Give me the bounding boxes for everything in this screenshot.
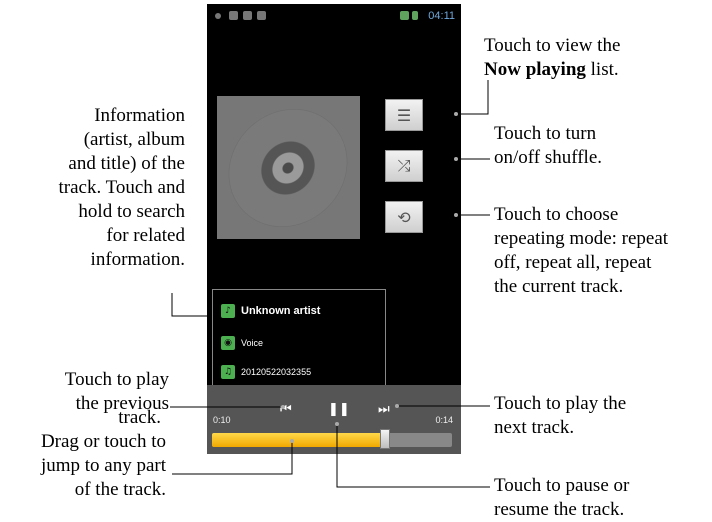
- annotation-shuffle-line2: on/off shuffle.: [494, 147, 603, 168]
- annotation-info: Information (artist, album and title) of…: [20, 104, 185, 314]
- leader-now-playing: [456, 80, 489, 115]
- annotation-pause-line: resume the track.: [494, 499, 625, 520]
- annotation-repeat-line: the current track.: [494, 276, 624, 297]
- annotation-info-line: track. Touch and: [58, 177, 185, 198]
- dot-previous: [281, 405, 285, 409]
- annotation-seek: Drag or touch to jump to any part of the…: [0, 430, 166, 502]
- dot-seek: [290, 439, 294, 443]
- annotation-next-line: next track.: [494, 417, 575, 438]
- dot-pause: [335, 422, 339, 426]
- annotation-pause: Touch to pause or resume the track.: [494, 474, 629, 522]
- dot-next: [395, 404, 399, 408]
- annotation-shuffle: Touch to turn on/off shuffle.: [494, 122, 602, 170]
- annotation-next: Touch to play the next track.: [494, 392, 626, 440]
- annotation-shuffle-line1: Touch to turn: [494, 123, 597, 144]
- leader-pause: [336, 424, 490, 488]
- annotation-repeat-line: off, repeat all, repeat: [494, 252, 652, 273]
- annotation-seek-line: jump to any part: [40, 455, 166, 476]
- annotation-info-line: (artist, album: [83, 129, 185, 150]
- annotation-repeat-line: repeating mode: repeat: [494, 228, 669, 249]
- annotation-info-line: hold to search: [78, 201, 185, 222]
- annotation-previous-line: Touch to play: [64, 369, 169, 390]
- annotation-seek-line: of the track.: [74, 479, 166, 500]
- annotation-repeat-line: Touch to choose: [494, 204, 619, 225]
- annotation-next-line: Touch to play the: [494, 393, 627, 414]
- leader-seek: [172, 441, 293, 475]
- now-playing-rest: list.: [585, 59, 619, 80]
- annotation-info-line: information.: [90, 249, 185, 270]
- dot-shuffle: [454, 157, 458, 161]
- dot-now-playing: [454, 112, 458, 116]
- now-playing-bold: Now playing: [484, 59, 586, 80]
- annotation-now-playing-line1: Touch to view the: [484, 35, 621, 56]
- dot-repeat: [454, 213, 458, 217]
- annotation-now-playing-line2: Now playing list.: [484, 58, 620, 82]
- annotation-info-line: Information: [94, 105, 185, 126]
- annotation-info-line: and title) of the: [68, 153, 185, 174]
- annotation-info-line: for related: [106, 225, 185, 246]
- annotation-now-playing: Touch to view the Now playing list.: [484, 34, 620, 82]
- annotation-repeat: Touch to choose repeating mode: repeat o…: [494, 203, 668, 299]
- annotation-previous: Touch to play the previous track.: [10, 368, 169, 430]
- annotation-seek-line: Drag or touch to: [40, 431, 166, 452]
- annotation-pause-line: Touch to pause or: [494, 475, 630, 496]
